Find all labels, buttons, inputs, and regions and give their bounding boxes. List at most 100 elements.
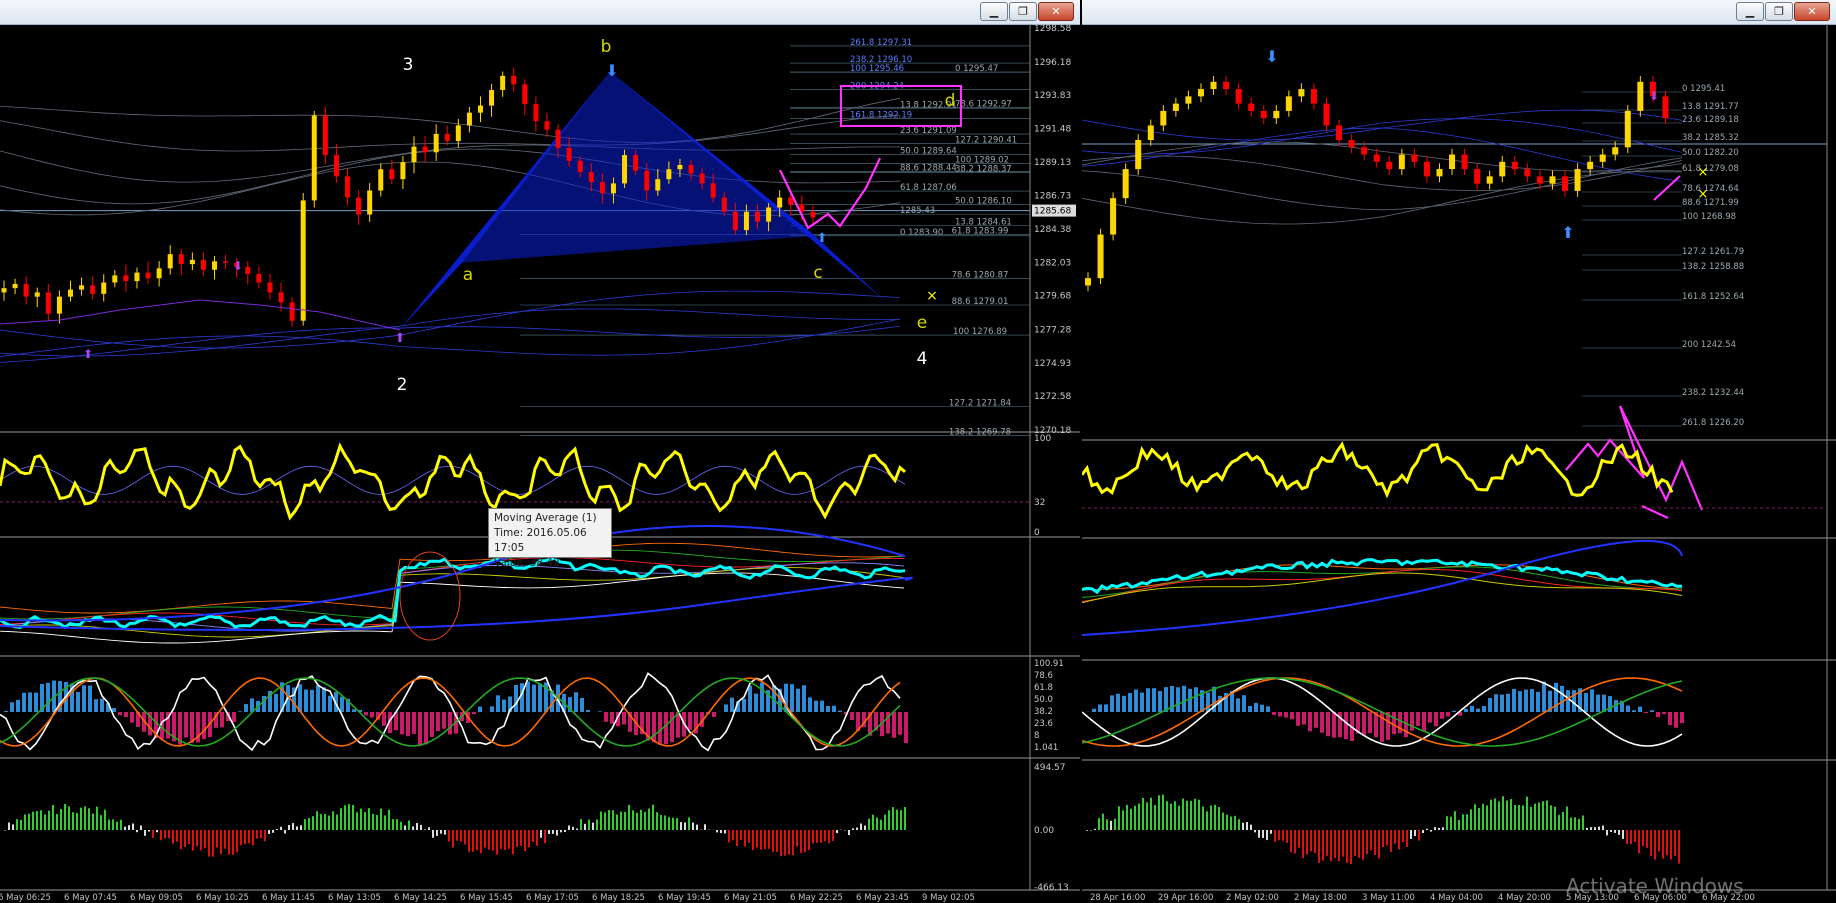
volume-bar: [248, 830, 250, 844]
histogram-tick-label: 23.6: [1034, 719, 1053, 729]
projection-path: [779, 157, 881, 230]
histogram-bar: [1554, 682, 1558, 712]
volume-bar: [112, 819, 114, 830]
time-axis-label: 6 May 18:25: [592, 893, 645, 903]
histogram-bar: [1476, 708, 1480, 712]
indicator-tooltip: Moving Average (1) Time: 2016.05.06 17:0…: [488, 508, 612, 569]
volume-bar: [192, 830, 194, 851]
volume-bar: [1406, 830, 1408, 848]
volume-bar: [1414, 830, 1416, 836]
histogram-bar: [1464, 708, 1468, 712]
time-axis-label: 6 May 10:25: [196, 893, 249, 903]
fib-level-label: 38.2 1285.32: [1682, 133, 1739, 143]
candle-body: [1373, 154, 1380, 162]
volume-bar: [304, 819, 306, 830]
volume-bar: [476, 830, 478, 850]
volume-bar: [1638, 830, 1640, 854]
histogram-bar: [652, 712, 656, 743]
volume-bar: [140, 825, 142, 830]
oscillator-tick-label: 0: [1034, 528, 1040, 538]
candle-body: [356, 197, 362, 215]
histogram-bar: [382, 712, 386, 726]
envelope-band: [0, 318, 901, 357]
time-axis-label: 6 May 19:45: [658, 893, 711, 903]
volume-bar: [728, 830, 730, 843]
fib-level-label: 100 1276.89: [953, 327, 1007, 337]
histogram-bar: [430, 712, 434, 737]
candle-body: [1298, 89, 1305, 97]
volume-bar: [684, 822, 686, 830]
volume-bar: [1114, 818, 1116, 830]
histogram-bar: [1398, 712, 1402, 734]
volume-bar: [364, 812, 366, 830]
volume-bar: [492, 830, 494, 851]
volume-bar: [1246, 821, 1248, 830]
volume-bar: [176, 830, 178, 842]
volume-bar: [672, 817, 674, 830]
volume-bar: [1274, 830, 1276, 842]
fib-level-label: 0 1295.41: [1682, 84, 1725, 94]
fib-level-label: 200 1242.54: [1682, 340, 1736, 350]
price-tick-label: 1296.18: [1034, 58, 1071, 68]
volume-bar: [1186, 800, 1188, 830]
histogram-bar: [1320, 712, 1324, 733]
ma-band-line: [0, 542, 905, 614]
volume-bar: [580, 819, 582, 830]
candle-body: [710, 183, 716, 198]
price-tick-label: 1282.03: [1034, 258, 1071, 268]
volume-bar: [740, 830, 742, 840]
histogram-bar: [406, 712, 410, 737]
histogram-bar: [520, 683, 524, 712]
candle-body: [267, 282, 273, 293]
left-chart-window[interactable]: ▁ ❐ ✕ 1298.58 1296.18 1293.83 1291.48 1289.1…: [0, 0, 1080, 903]
right-chart-window[interactable]: ▁ ❐ ✕ 0 1295.41 13.8 1291.77 23.6 1289.18 3…: [1082, 0, 1836, 903]
volume-bar: [500, 830, 502, 850]
volume-bar: [1198, 799, 1200, 830]
candle-body: [212, 261, 218, 270]
volume-bar: [1322, 830, 1324, 861]
candle-body: [300, 200, 306, 321]
volume-bar: [540, 830, 542, 838]
volume-bar: [1158, 795, 1160, 830]
volume-bar: [1130, 808, 1132, 830]
down-arrow-icon: ⬇: [605, 61, 618, 80]
candle-body: [1110, 198, 1117, 235]
histogram-bar: [244, 704, 248, 712]
volume-bar: [28, 813, 30, 830]
volume-bar: [180, 830, 182, 850]
volume-bar: [236, 830, 238, 853]
histogram-bar: [298, 684, 302, 712]
volume-bar: [1286, 830, 1288, 843]
candle-body: [1499, 161, 1506, 177]
candle-body: [1411, 154, 1418, 162]
histogram-bar: [274, 693, 278, 712]
volume-bar: [332, 811, 334, 830]
price-tick-label: 1291.48: [1034, 125, 1071, 135]
volume-bar: [1366, 830, 1368, 855]
volume-bar: [1678, 830, 1680, 864]
volume-bar: [820, 830, 822, 843]
volume-bar: [560, 830, 562, 833]
volume-bar: [356, 812, 358, 830]
envelope-band: [0, 114, 901, 152]
volume-bar: [1566, 806, 1568, 830]
volume-bar: [624, 811, 626, 830]
fib-level-label: 61.8 1287.06: [900, 183, 957, 193]
candle-body: [644, 170, 650, 191]
volume-bar: [284, 830, 286, 834]
candle-body: [444, 133, 450, 141]
volume-bar: [1314, 830, 1316, 854]
volume-bar: [1338, 830, 1340, 862]
volume-bar: [656, 812, 658, 830]
volume-bar: [1134, 805, 1136, 830]
time-axis-label: 6 May 22:25: [790, 893, 843, 903]
candle-body: [1210, 81, 1217, 90]
histogram-bar: [412, 712, 416, 734]
volume-bar: [1170, 803, 1172, 830]
histogram-oscillator-line: [0, 672, 901, 752]
fib-level-label: 23.6 1291.09: [900, 126, 957, 136]
volume-bar: [780, 830, 782, 857]
candle-body: [1, 288, 7, 293]
volume-bar: [1478, 808, 1480, 830]
candle-body: [1122, 169, 1129, 199]
